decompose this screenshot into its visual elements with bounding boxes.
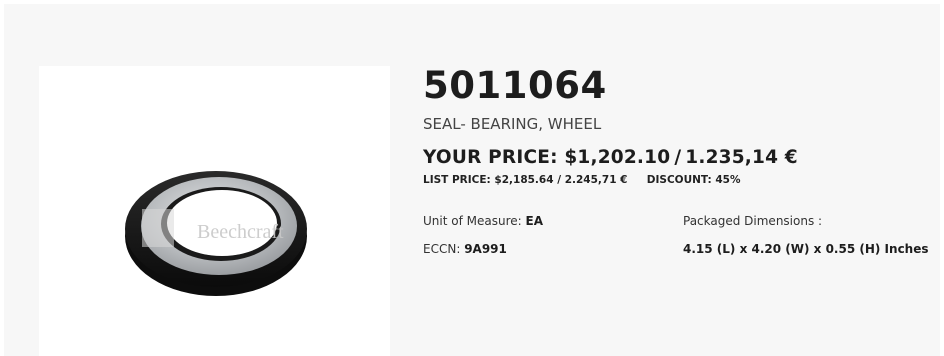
eccn-value: 9A991 (464, 242, 507, 256)
eccn: ECCN: 9A991 (423, 241, 543, 257)
your-price: YOUR PRICE: $1,202.10/1.235,14 € (423, 147, 933, 169)
watermark-logo (142, 209, 174, 247)
unit-of-measure: Unit of Measure: EA (423, 213, 543, 229)
product-specs: Unit of Measure: EA ECCN: 9A991 Packaged… (423, 213, 933, 263)
list-price-usd: $2,185.64 (494, 174, 554, 186)
your-price-eur: 1.235,14 € (685, 147, 798, 168)
discount-value: 45% (715, 174, 741, 186)
packaged-dimensions-value: 4.15 (L) x 4.20 (W) x 0.55 (H) Inches (683, 242, 929, 256)
uom-label: Unit of Measure: (423, 214, 522, 228)
list-price-separator: / (557, 174, 562, 186)
product-image[interactable]: Beechcraft (39, 66, 390, 356)
specs-right-column: Packaged Dimensions : 4.15 (L) x 4.20 (W… (683, 213, 929, 269)
packaged-dimensions-label: Packaged Dimensions : (683, 214, 823, 228)
part-description: SEAL- BEARING, WHEEL (423, 115, 602, 133)
seal-bearing-image: Beechcraft (125, 171, 307, 296)
list-price-label: LIST PRICE: (423, 174, 491, 186)
your-price-usd: $1,202.10 (564, 147, 671, 168)
list-price-eur: 2.245,71 € (564, 174, 628, 186)
product-info: 5011064 SEAL- BEARING, WHEEL YOUR PRICE:… (423, 64, 933, 263)
price-separator: / (674, 147, 682, 168)
list-price-line: LIST PRICE: $2,185.64 / 2.245,71 € DISCO… (423, 173, 933, 187)
uom-value: EA (525, 214, 543, 228)
part-number-title: 5011064 (423, 64, 607, 107)
watermark-text: Beechcraft (197, 221, 284, 243)
specs-left-column: Unit of Measure: EA ECCN: 9A991 (423, 213, 543, 269)
eccn-label: ECCN: (423, 242, 461, 256)
discount-label: DISCOUNT: (646, 174, 712, 186)
your-price-label: YOUR PRICE: (423, 147, 558, 168)
